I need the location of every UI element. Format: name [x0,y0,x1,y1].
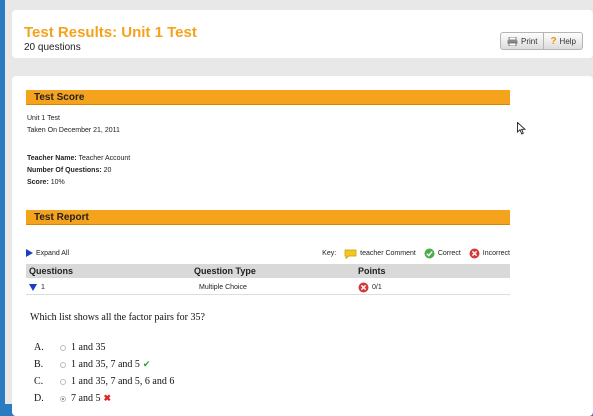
choice-text: 1 and 35 [71,342,106,353]
choice-letter: B. [34,359,44,370]
teacher-name-value: Teacher Account [78,155,131,162]
legend-key: Key: teacher Comment Correct Incorrect [322,248,510,259]
column-header-questions: Questions [29,266,74,276]
key-item-incorrect: Incorrect [469,248,510,259]
answer-choice-b: B. 1 and 35, 7 and 5 ✔ [34,359,150,370]
answer-choice-a: A. 1 and 35 [34,342,105,353]
toolbar: Print ? Help [499,32,583,50]
report-tools: Expand All Key: teacher Comment Correct [26,248,510,260]
print-label: Print [520,36,538,46]
score: Score: 10% [27,179,65,186]
teacher-name: Teacher Name: Teacher Account [27,155,130,162]
content-panel: Test Score Unit 1 Test Taken On December… [12,76,593,416]
question-text: Which list shows all the factor pairs fo… [30,312,205,323]
printer-icon [507,36,518,46]
test-report-header: Test Report [26,210,510,225]
test-name: Unit 1 Test [27,115,60,122]
help-button[interactable]: ? Help [544,32,583,50]
checkmark-icon: ✔ [142,359,151,369]
question-points: 0/1 [372,284,382,291]
choice-text: 1 and 35, 7 and 5 [71,359,140,370]
test-score-header: Test Score [26,90,510,105]
key-item-teacher-comment: teacher Comment [344,249,416,259]
print-button[interactable]: Print [499,32,545,50]
page-title: Test Results: Unit 1 Test [24,24,197,41]
choice-text: 1 and 35, 7 and 5, 6 and 6 [71,376,175,387]
answer-choice-d: D. 7 and 5 ✖ [34,393,111,404]
page-subtitle: 20 questions [24,42,81,53]
question-mark-icon: ? [550,35,557,47]
taken-on-date: Taken On December 21, 2011 [27,127,120,134]
choice-text: 7 and 5 [71,393,101,404]
score-label: Score: [27,179,49,186]
choice-letter: D. [34,393,44,404]
choice-letter: C. [34,376,44,387]
key-label: Key: [322,250,337,257]
triangle-right-icon [26,249,33,257]
x-mark-icon: ✖ [103,393,111,403]
question-number: 1 [41,284,45,291]
check-circle-icon [424,248,435,259]
radio-button-selected [60,395,66,402]
app-frame: Test Results: Unit 1 Test 20 questions P… [5,0,593,416]
mouse-cursor-icon [517,122,526,135]
teacher-name-label: Teacher Name: [27,155,77,162]
expand-all-link[interactable]: Expand All [26,249,69,257]
choice-letter: A. [34,342,44,353]
table-header: Questions Question Type Points [26,264,510,278]
number-of-questions-label: Number Of Questions: [27,167,102,174]
radio-button [60,378,66,385]
triangle-down-icon[interactable] [29,284,37,291]
comment-icon [344,249,357,259]
key-item-correct: Correct [424,248,461,259]
x-circle-icon [358,282,369,293]
help-label: Help [559,36,576,46]
column-header-question-type: Question Type [194,266,256,276]
number-of-questions-value: 20 [103,167,112,174]
table-row[interactable]: 1 Multiple Choice 0/1 [26,281,510,295]
question-type: Multiple Choice [199,284,247,291]
number-of-questions: Number Of Questions: 20 [27,167,111,174]
radio-button [60,344,66,351]
answer-choice-c: C. 1 and 35, 7 and 5, 6 and 6 [34,376,174,387]
radio-button [60,361,66,368]
header-panel: Test Results: Unit 1 Test 20 questions P… [12,10,593,58]
score-value: 10% [50,179,65,186]
column-header-points: Points [358,266,386,276]
x-circle-icon [469,248,480,259]
expand-all-label: Expand All [36,249,70,257]
